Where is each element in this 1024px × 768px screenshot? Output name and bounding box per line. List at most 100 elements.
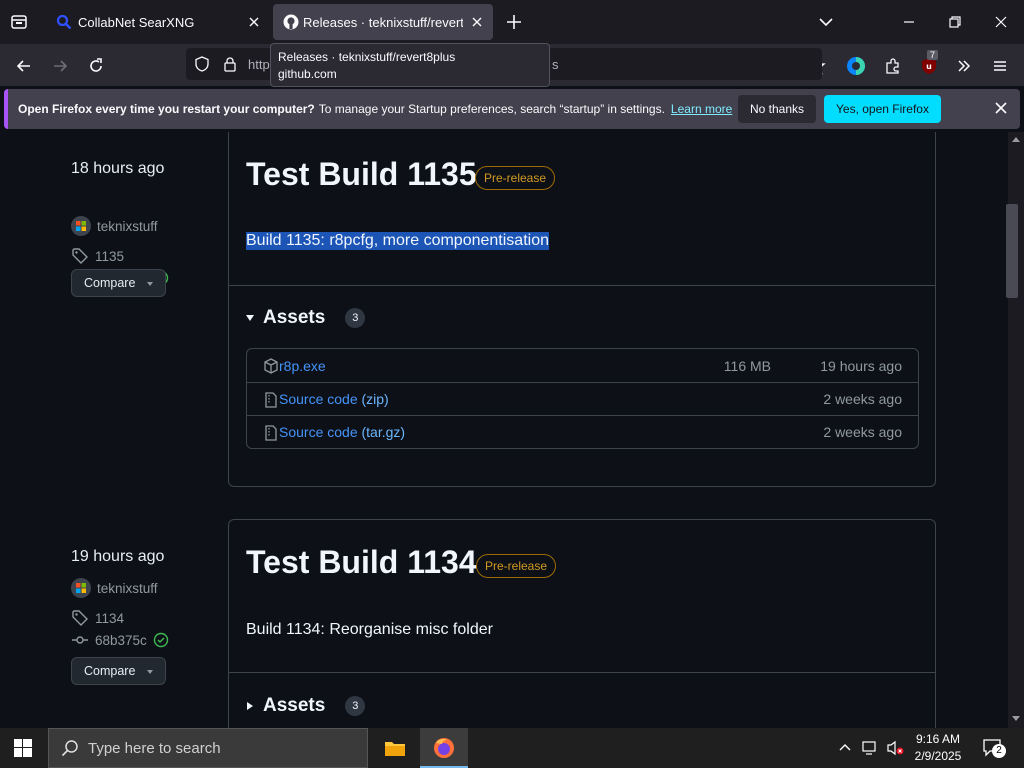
assets-count: 3 <box>345 696 366 716</box>
close-tab-icon[interactable] <box>246 14 262 30</box>
tab-searxng[interactable]: CollabNet SearXNG <box>44 4 270 40</box>
asset-date: 2 weeks ago <box>823 424 902 440</box>
search-placeholder: Type here to search <box>88 740 221 757</box>
volume-muted-icon[interactable] <box>886 740 904 756</box>
file-explorer-icon[interactable] <box>384 737 406 759</box>
release-time: 19 hours ago <box>71 548 165 565</box>
no-thanks-button[interactable]: No thanks <box>738 95 817 123</box>
forward-arrow-icon[interactable] <box>46 52 74 80</box>
asset-link[interactable]: r8p.exe <box>279 358 326 374</box>
asset-link[interactable]: Source code (zip) <box>279 391 389 407</box>
startup-notification-bar: Open Firefox every time you restart your… <box>4 89 1020 129</box>
asset-size: 116 MB <box>723 357 771 374</box>
network-icon[interactable] <box>862 740 880 756</box>
caret-down-icon <box>145 280 155 288</box>
asset-name: Source code <box>279 391 358 407</box>
scrollbar-thumb[interactable] <box>1006 204 1018 298</box>
tag-icon <box>71 609 89 627</box>
tab-tooltip: Releases · teknixstuff/revert8plus githu… <box>270 43 550 87</box>
searxng-favicon-icon <box>56 14 72 30</box>
assets-toggle[interactable]: Assets 3 <box>246 307 366 329</box>
clock-date[interactable]: 2/9/2025 <box>911 749 965 763</box>
release-title[interactable]: Test Build 1134 <box>246 544 477 581</box>
tab-overflow-chevron-down-icon[interactable] <box>817 13 835 31</box>
close-window-icon[interactable] <box>992 13 1010 31</box>
github-releases-page: 18 hours ago teknixstuff 1135 68b375c Co… <box>0 132 1008 728</box>
close-tab-icon[interactable] <box>469 14 485 30</box>
tab-releases[interactable]: Releases · teknixstuff/revert8p <box>273 4 493 40</box>
tag-link[interactable]: 1134 <box>71 609 124 627</box>
author-name: teknixstuff <box>97 580 158 596</box>
triangle-right-icon <box>246 702 254 710</box>
tag-link[interactable]: 1135 <box>71 247 124 265</box>
more-tools-chevron-icon[interactable] <box>950 52 978 80</box>
action-center-icon[interactable]: 2 <box>982 738 1006 758</box>
commit-link[interactable]: 68b375c <box>71 631 169 649</box>
assets-label: Assets <box>263 307 326 328</box>
tag-name: 1135 <box>95 248 125 264</box>
release-description: Build 1135: r8pcfg, more componentisatio… <box>246 232 549 250</box>
assets-count: 3 <box>345 308 366 328</box>
asset-row: Source code (tar.gz) 2 weeks ago <box>247 415 918 448</box>
list-all-tabs-icon[interactable] <box>10 13 28 31</box>
firefox-taskbar-button[interactable] <box>420 728 468 768</box>
account-icon[interactable] <box>842 52 870 80</box>
compare-button[interactable]: Compare <box>71 269 166 297</box>
extension-badge: 7 <box>927 50 939 60</box>
restore-icon[interactable] <box>946 13 964 31</box>
assets-list: r8p.exe 116 MB 19 hours ago Source code … <box>246 348 919 449</box>
author-link[interactable]: teknixstuff <box>71 216 158 236</box>
show-hidden-icons-chevron-up-icon[interactable] <box>838 741 852 753</box>
author-link[interactable]: teknixstuff <box>71 578 158 598</box>
yes-open-firefox-button[interactable]: Yes, open Firefox <box>824 95 941 123</box>
asset-row: r8p.exe 116 MB 19 hours ago <box>247 349 918 382</box>
release-card: Test Build 1135 Pre-release Build 1135: … <box>228 132 936 487</box>
back-arrow-icon[interactable] <box>10 52 38 80</box>
tooltip-title: Releases · teknixstuff/revert8plus <box>278 50 456 64</box>
author-name: teknixstuff <box>97 218 158 234</box>
prerelease-badge: Pre-release <box>476 554 557 578</box>
release-title[interactable]: Test Build 1135 <box>246 156 477 193</box>
tag-icon <box>71 247 89 265</box>
asset-date: 19 hours ago <box>820 357 902 374</box>
compare-button[interactable]: Compare <box>71 657 166 685</box>
asset-ext: (zip) <box>361 391 389 407</box>
clock-time[interactable]: 9:16 AM <box>911 732 965 746</box>
tab-title: CollabNet SearXNG <box>78 15 195 30</box>
check-circle-icon[interactable] <box>153 632 169 648</box>
avatar <box>71 216 91 236</box>
search-icon <box>61 739 79 757</box>
file-zip-icon <box>263 425 279 441</box>
assets-label: Assets <box>263 695 326 716</box>
scroll-down-icon[interactable] <box>1012 716 1020 722</box>
tab-title: Releases · teknixstuff/revert8p <box>303 15 463 30</box>
tracking-protection-shield-icon[interactable] <box>194 56 210 72</box>
commit-sha: 68b375c <box>95 632 147 648</box>
avatar <box>71 578 91 598</box>
asset-link[interactable]: Source code (tar.gz) <box>279 424 405 440</box>
assets-toggle[interactable]: Assets 3 <box>246 695 366 717</box>
url-text-left: http <box>248 57 270 72</box>
asset-name: Source code <box>279 424 358 440</box>
ublock-origin-icon[interactable]: u 7 <box>915 50 943 80</box>
tag-name: 1134 <box>95 610 125 626</box>
asset-ext: (tar.gz) <box>361 424 406 440</box>
windows-start-icon[interactable] <box>14 739 32 757</box>
file-zip-icon <box>263 392 279 408</box>
commit-icon <box>71 631 89 649</box>
reload-icon[interactable] <box>82 52 110 80</box>
close-notification-icon[interactable] <box>993 100 1009 116</box>
lock-icon[interactable] <box>222 56 238 72</box>
scroll-up-icon[interactable] <box>1012 136 1020 142</box>
extensions-puzzle-icon[interactable] <box>879 52 907 80</box>
svg-text:u: u <box>926 62 932 71</box>
new-tab-icon[interactable] <box>505 13 523 31</box>
app-menu-hamburger-icon[interactable] <box>986 52 1014 80</box>
minimize-icon[interactable] <box>900 13 918 31</box>
taskbar-search-input[interactable]: Type here to search <box>48 728 368 768</box>
notification-strong-text: Open Firefox every time you restart your… <box>18 102 315 116</box>
divider <box>229 672 935 673</box>
notification-count-badge: 2 <box>992 744 1006 758</box>
notification-text: To manage your Startup preferences, sear… <box>318 102 665 116</box>
learn-more-link[interactable]: Learn more <box>671 102 732 116</box>
